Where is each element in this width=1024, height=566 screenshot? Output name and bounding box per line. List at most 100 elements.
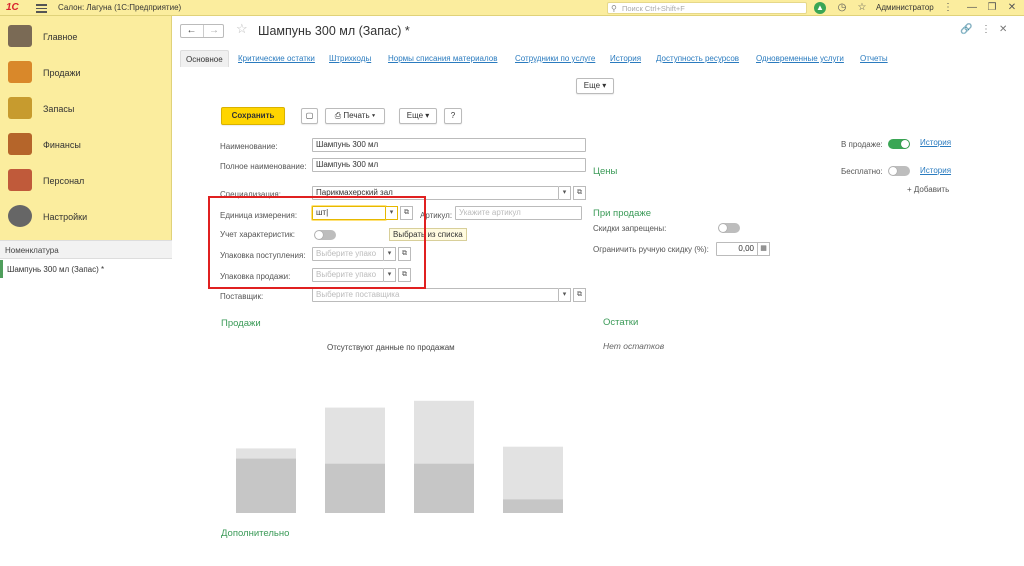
gear-icon bbox=[8, 205, 32, 227]
stock-section-title: Остатки bbox=[603, 317, 639, 328]
back-arrow-icon[interactable]: ← bbox=[181, 25, 202, 37]
supplier-dropdown[interactable]: ▾ bbox=[559, 288, 571, 302]
settings-menu-icon[interactable]: ⋮ bbox=[942, 2, 954, 14]
more-label: Еще bbox=[406, 111, 424, 120]
open-window-item[interactable]: Шампунь 300 мл (Запас) * bbox=[0, 260, 172, 278]
placeholder-bar-dark bbox=[325, 463, 385, 513]
supplier-input[interactable]: Выберите поставщика bbox=[312, 288, 559, 302]
sidebar-item-label: Запасы bbox=[43, 104, 75, 114]
sidebar-item-label: Финансы bbox=[43, 140, 81, 150]
free-toggle[interactable] bbox=[888, 166, 910, 176]
free-label: Бесплатно: bbox=[841, 167, 883, 176]
more-top-button[interactable]: Еще ▾ bbox=[576, 78, 614, 94]
sidebar-item-staff[interactable]: Персонал bbox=[0, 162, 172, 198]
limit-discount-input[interactable]: 0,00 bbox=[716, 242, 758, 256]
app-logo: 1С bbox=[6, 2, 19, 13]
favorite-star-icon[interactable]: ☆ bbox=[236, 21, 248, 37]
on-sale-section-title: При продаже bbox=[593, 208, 652, 219]
name-input[interactable]: Шампунь 300 мл bbox=[312, 138, 586, 152]
no-stock-text: Нет остатков bbox=[603, 341, 665, 351]
forward-arrow-icon[interactable]: → bbox=[203, 25, 224, 37]
on-sale-toggle[interactable] bbox=[888, 139, 910, 149]
save-button[interactable]: Сохранить bbox=[221, 107, 285, 125]
prices-section-title: Цены bbox=[593, 166, 618, 177]
current-user[interactable]: Администратор bbox=[876, 3, 934, 12]
open-windows-panel: Номенклатура Шампунь 300 мл (Запас) * bbox=[0, 240, 172, 566]
name-label: Наименование: bbox=[220, 142, 278, 151]
discounts-label: Скидки запрещены: bbox=[593, 224, 667, 233]
more-actions-icon[interactable]: ⋮ bbox=[981, 24, 991, 35]
sidebar: Главное Продажи Запасы Финансы Персонал … bbox=[0, 16, 172, 566]
sidebar-item-stock[interactable]: Запасы bbox=[0, 90, 172, 126]
free-history-link[interactable]: История bbox=[920, 166, 951, 175]
page-title: Шампунь 300 мл (Запас) * bbox=[258, 24, 410, 38]
supplier-label: Поставщик: bbox=[220, 292, 264, 301]
tab-main[interactable]: Основное bbox=[180, 50, 229, 67]
sales-chart-svg bbox=[236, 400, 563, 513]
history-nav: ← → bbox=[180, 24, 224, 38]
tab-critical-stock[interactable]: Критические остатки bbox=[238, 50, 315, 67]
main-form: ← → ☆ Шампунь 300 мл (Запас) * 🔗 ⋮ ✕ Осн… bbox=[172, 16, 1024, 566]
home-icon bbox=[8, 25, 32, 47]
favorites-icon[interactable]: ☆ bbox=[856, 2, 868, 14]
tab-service-staff[interactable]: Сотрудники по услуге bbox=[515, 50, 595, 67]
on-sale-label: В продаже: bbox=[841, 140, 883, 149]
placeholder-bar-dark bbox=[503, 499, 563, 513]
tab-write-off-norms[interactable]: Нормы списания материалов bbox=[388, 50, 497, 67]
sidebar-item-label: Настройки bbox=[43, 212, 88, 222]
restore-icon[interactable]: ❐ bbox=[986, 2, 998, 14]
open-windows-header[interactable]: Номенклатура bbox=[0, 241, 172, 259]
minimize-icon[interactable]: — bbox=[966, 2, 978, 14]
panel-title: Номенклатура bbox=[5, 246, 59, 255]
history-icon[interactable]: ◷ bbox=[836, 2, 848, 14]
placeholder-bar-dark bbox=[236, 458, 296, 513]
tab-history[interactable]: История bbox=[610, 50, 641, 67]
fullname-label: Полное наименование: bbox=[220, 162, 307, 171]
people-icon bbox=[8, 169, 32, 191]
sidebar-item-finance[interactable]: Финансы bbox=[0, 126, 172, 162]
notifications-icon[interactable]: ▲ bbox=[814, 2, 826, 14]
placeholder-bar-dark bbox=[414, 463, 474, 513]
help-button[interactable]: ? bbox=[444, 108, 462, 124]
sidebar-item-sales[interactable]: Продажи bbox=[0, 54, 172, 90]
tab-barcodes[interactable]: Штрихкоды bbox=[329, 50, 371, 67]
sidebar-item-label: Персонал bbox=[43, 176, 85, 186]
open-window-label: Шампунь 300 мл (Запас) * bbox=[7, 265, 105, 274]
limit-discount-label: Ограничить ручную скидку (%): bbox=[593, 245, 709, 254]
highlight-box bbox=[208, 196, 426, 289]
post-document-icon[interactable]: ▢ bbox=[301, 108, 318, 124]
additional-section-title: Дополнительно bbox=[221, 528, 290, 539]
link-icon[interactable]: 🔗 bbox=[960, 24, 972, 35]
search-placeholder: Поиск Ctrl+Shift+F bbox=[622, 4, 685, 13]
search-icon: ⚲ bbox=[611, 4, 617, 13]
stock-icon bbox=[8, 97, 32, 119]
more-button[interactable]: Еще ▾ bbox=[399, 108, 437, 124]
sidebar-item-main[interactable]: Главное bbox=[0, 18, 172, 54]
tab-resource-availability[interactable]: Доступность ресурсов bbox=[656, 50, 739, 67]
top-bar: 1С Салон: Лагуна (1С:Предприятие) ⚲ Поис… bbox=[0, 0, 1024, 16]
article-input[interactable]: Укажите артикул bbox=[455, 206, 582, 220]
discounts-toggle[interactable] bbox=[718, 223, 740, 233]
app-title: Салон: Лагуна (1С:Предприятие) bbox=[58, 3, 182, 12]
close-icon[interactable]: ✕ bbox=[999, 24, 1007, 35]
specialization-open-icon[interactable]: ⧉ bbox=[573, 186, 586, 200]
global-search-input[interactable]: ⚲ Поиск Ctrl+Shift+F bbox=[607, 2, 807, 14]
sales-chart-icon bbox=[8, 61, 32, 83]
specialization-dropdown[interactable]: ▾ bbox=[559, 186, 571, 200]
print-button[interactable]: ⎙ Печать ▾ bbox=[325, 108, 385, 124]
add-price-link[interactable]: + Добавить bbox=[907, 185, 949, 194]
fullname-input[interactable]: Шампунь 300 мл bbox=[312, 158, 586, 172]
print-label: Печать bbox=[343, 111, 370, 120]
sidebar-item-label: Главное bbox=[43, 32, 78, 42]
tab-reports[interactable]: Отчеты bbox=[860, 50, 888, 67]
calculator-icon[interactable]: ▦ bbox=[757, 242, 770, 256]
on-sale-history-link[interactable]: История bbox=[920, 138, 951, 147]
tab-simultaneous-services[interactable]: Одновременные услуги bbox=[756, 50, 844, 67]
menu-icon[interactable] bbox=[36, 2, 47, 13]
sidebar-item-settings[interactable]: Настройки bbox=[0, 198, 172, 234]
supplier-open-icon[interactable]: ⧉ bbox=[573, 288, 586, 302]
sidebar-item-label: Продажи bbox=[43, 68, 81, 78]
close-window-icon[interactable]: ✕ bbox=[1006, 2, 1018, 14]
sales-placeholder-chart bbox=[218, 338, 598, 518]
sales-section-title: Продажи bbox=[221, 318, 261, 329]
